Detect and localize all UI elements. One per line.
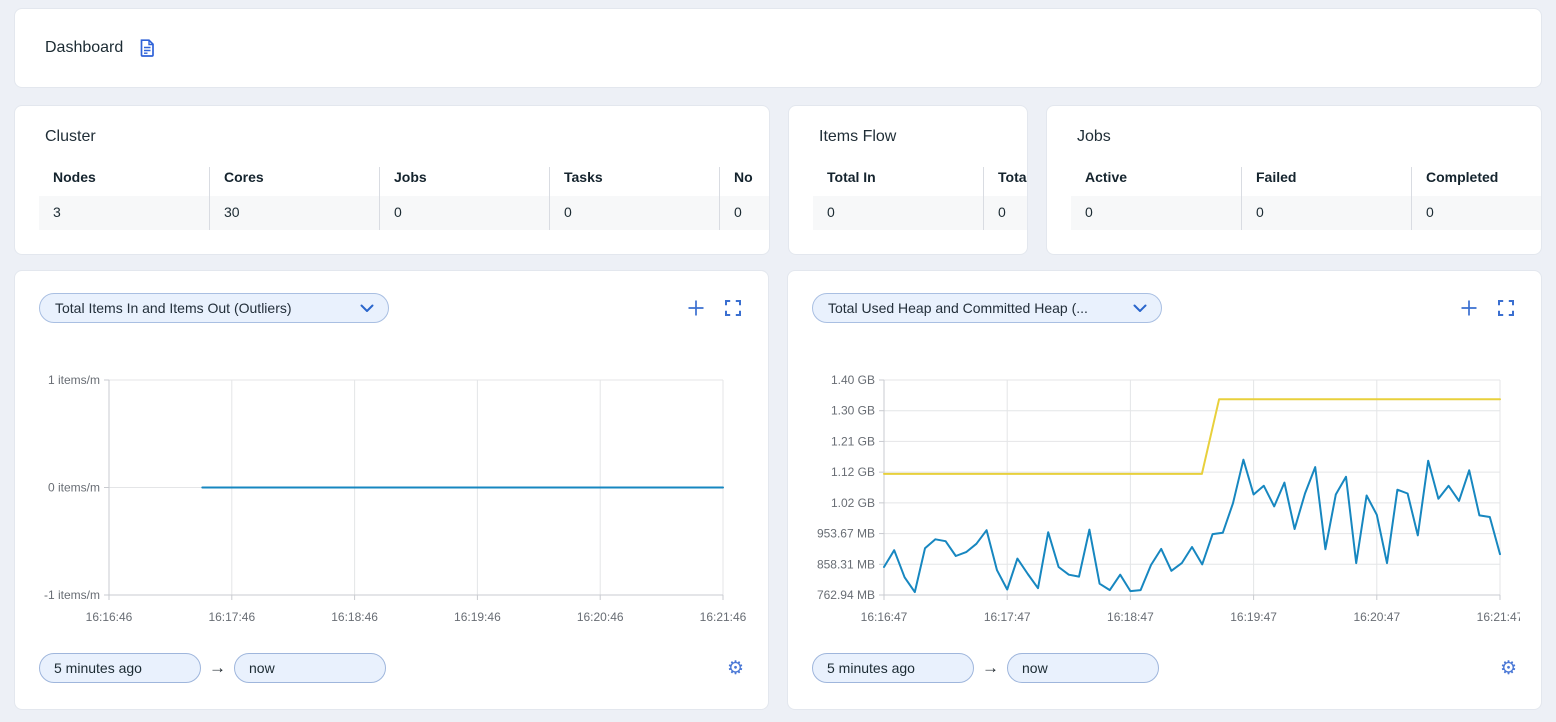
gear-icon[interactable]: ⚙ (727, 659, 744, 678)
stat-value: 0 (813, 196, 983, 230)
items-flow-card-title: Items Flow (819, 128, 1027, 146)
y-tick-label: 1 items/m (48, 373, 100, 387)
column-header: Completed (1412, 167, 1542, 196)
stat-column: Cores30 (209, 167, 379, 230)
series-line-used-heap (884, 460, 1500, 592)
items-flow-card: Items Flow Total In0Total Out0 (788, 105, 1028, 255)
stat-value: 0 (380, 196, 549, 230)
column-header: Active (1071, 167, 1241, 196)
column-header: No (720, 167, 770, 196)
column-header: Cores (210, 167, 379, 196)
x-tick-label: 16:17:46 (208, 610, 255, 624)
x-tick-label: 16:18:47 (1107, 610, 1154, 624)
items-chart-footer: → ⚙ (39, 653, 744, 683)
y-tick-label: 1.21 GB (831, 434, 875, 448)
items-flow-table: Total In0Total Out0 (813, 167, 1027, 230)
items-metric-select-label: Total Items In and Items Out (Outliers) (55, 300, 292, 316)
stats-row: Cluster Nodes3Cores30Jobs0Tasks0No0 Item… (14, 105, 1542, 255)
y-tick-label: 858.31 MB (817, 557, 875, 571)
items-metric-select[interactable]: Total Items In and Items Out (Outliers) (39, 293, 389, 323)
x-tick-label: 16:20:47 (1353, 610, 1400, 624)
stat-column: No0 (719, 167, 770, 230)
x-tick-label: 16:20:46 (577, 610, 624, 624)
stat-value: 0 (1242, 196, 1411, 230)
y-tick-label: 953.67 MB (817, 527, 875, 541)
column-header: Tasks (550, 167, 719, 196)
stat-column: Total Out0 (983, 167, 1028, 230)
x-tick-label: 16:16:46 (86, 610, 133, 624)
stat-column: Completed0 (1411, 167, 1542, 230)
y-tick-label: 1.02 GB (831, 496, 875, 510)
column-header: Total In (813, 167, 983, 196)
heap-metric-select-label: Total Used Heap and Committed Heap (... (828, 300, 1088, 316)
fullscreen-icon[interactable] (1497, 299, 1515, 317)
cluster-card-title: Cluster (45, 128, 769, 146)
dashboard-page: Dashboard Cluster Nodes3Cores30Jobs0Task… (0, 0, 1556, 722)
column-header: Total Out (984, 167, 1028, 196)
line-chart-items[interactable]: 16:16:46 16:17:46 16:18:46 16:19:46 16:20:46… (39, 368, 747, 630)
x-tick-label: 16:19:47 (1230, 610, 1277, 624)
stat-value: 30 (210, 196, 379, 230)
arrow-right-icon: → (209, 658, 226, 678)
header-card: Dashboard (14, 8, 1542, 88)
y-tick-label: 1.12 GB (831, 465, 875, 479)
document-icon[interactable] (137, 38, 157, 58)
add-widget-icon[interactable] (687, 299, 705, 317)
stat-column: Jobs0 (379, 167, 549, 230)
y-tick-label: 762.94 MB (817, 588, 875, 602)
jobs-card-title: Jobs (1077, 128, 1541, 146)
x-tick-label: 16:21:47 (1477, 610, 1520, 624)
items-chart[interactable]: 16:16:46 16:17:46 16:18:46 16:19:46 16:20:46… (39, 368, 744, 635)
stat-value: 3 (39, 196, 209, 230)
stat-value: 0 (1412, 196, 1542, 230)
x-tick-label: 16:16:47 (861, 610, 908, 624)
chevron-down-icon (360, 304, 374, 313)
heap-chart-header: Total Used Heap and Committed Heap (... (812, 293, 1517, 323)
page-title: Dashboard (45, 39, 123, 57)
jobs-card: Jobs Active0Failed0Completed0 (1046, 105, 1542, 255)
stat-value: 0 (550, 196, 719, 230)
items-chart-card: Total Items In and Items Out (Outliers) (14, 270, 769, 710)
y-tick-label: 0 items/m (48, 481, 100, 495)
stat-value: 0 (984, 196, 1028, 230)
time-from-input[interactable] (812, 653, 974, 683)
y-tick-label: 1.30 GB (831, 404, 875, 418)
add-widget-icon[interactable] (1460, 299, 1478, 317)
x-tick-label: 16:18:46 (331, 610, 378, 624)
heap-chart-actions (1460, 299, 1515, 317)
y-tick-label: -1 items/m (44, 588, 100, 602)
stat-value: 0 (720, 196, 770, 230)
line-chart-heap[interactable]: 16:16:47 16:17:47 16:18:47 16:19:47 16:20:47… (812, 368, 1520, 630)
stat-column: Nodes3 (39, 167, 209, 230)
chevron-down-icon (1133, 304, 1147, 313)
stat-column: Total In0 (813, 167, 983, 230)
time-to-input[interactable] (234, 653, 386, 683)
x-tick-label: 16:21:46 (700, 610, 747, 624)
charts-row: Total Items In and Items Out (Outliers) (14, 270, 1542, 710)
fullscreen-icon[interactable] (724, 299, 742, 317)
gear-icon[interactable]: ⚙ (1500, 659, 1517, 678)
jobs-table: Active0Failed0Completed0 (1071, 167, 1541, 230)
column-header: Jobs (380, 167, 549, 196)
heap-chart-footer: → ⚙ (812, 653, 1517, 683)
stat-column: Failed0 (1241, 167, 1411, 230)
heap-chart[interactable]: 16:16:47 16:17:47 16:18:47 16:19:47 16:20:47… (812, 368, 1517, 635)
heap-metric-select[interactable]: Total Used Heap and Committed Heap (... (812, 293, 1162, 323)
cluster-table: Nodes3Cores30Jobs0Tasks0No0 (39, 167, 769, 230)
x-tick-label: 16:17:47 (984, 610, 1031, 624)
x-tick-label: 16:19:46 (454, 610, 501, 624)
items-chart-actions (687, 299, 742, 317)
time-from-input[interactable] (39, 653, 201, 683)
arrow-right-icon: → (982, 658, 999, 678)
stat-value: 0 (1071, 196, 1241, 230)
column-header: Failed (1242, 167, 1411, 196)
stat-column: Tasks0 (549, 167, 719, 230)
column-header: Nodes (39, 167, 209, 196)
stat-column: Active0 (1071, 167, 1241, 230)
y-tick-label: 1.40 GB (831, 373, 875, 387)
heap-chart-card: Total Used Heap and Committed Heap (... (787, 270, 1542, 710)
cluster-card: Cluster Nodes3Cores30Jobs0Tasks0No0 (14, 105, 770, 255)
time-to-input[interactable] (1007, 653, 1159, 683)
items-chart-header: Total Items In and Items Out (Outliers) (39, 293, 744, 323)
